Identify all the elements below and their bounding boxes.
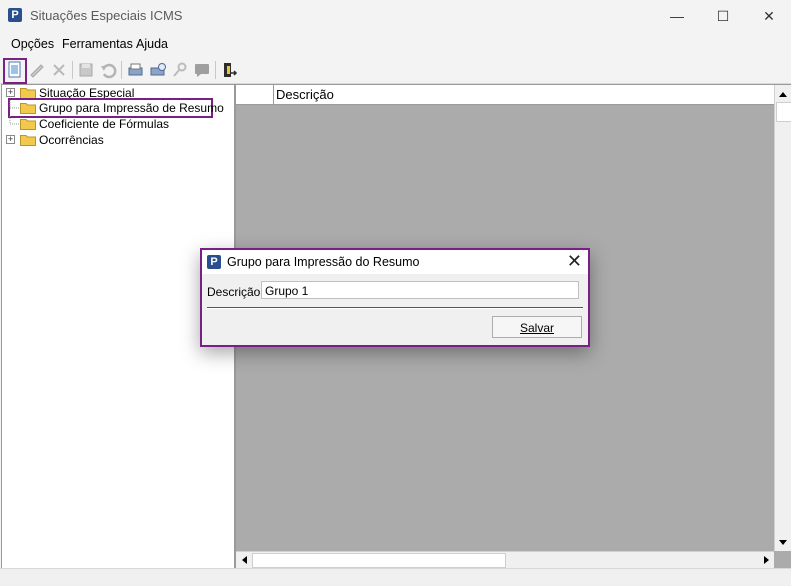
- expand-plus-icon[interactable]: +: [6, 135, 15, 144]
- comment-icon[interactable]: [192, 60, 212, 80]
- dialog-title-bar: P Grupo para Impressão do Resumo ✕: [202, 250, 588, 274]
- menu-opcoes[interactable]: Opções: [11, 37, 54, 51]
- menu-ajuda[interactable]: Ajuda: [136, 37, 168, 51]
- scroll-left-arrow-icon[interactable]: [237, 552, 251, 568]
- save-button-label: Salvar: [519, 321, 554, 335]
- close-button[interactable]: ✕: [746, 0, 791, 32]
- folder-icon: [20, 135, 36, 146]
- delete-x-icon[interactable]: [49, 60, 69, 80]
- scrollbar-thumb[interactable]: [252, 553, 506, 568]
- dialog-title: Grupo para Impressão do Resumo: [227, 255, 420, 269]
- descricao-label: Descrição:: [207, 285, 264, 299]
- scroll-up-arrow-icon[interactable]: [775, 87, 791, 101]
- app-icon: P: [207, 255, 221, 269]
- vertical-scrollbar[interactable]: [774, 85, 791, 551]
- print-icon[interactable]: [125, 60, 145, 80]
- tree-item-grupo-impressao-resumo[interactable]: Grupo para Impressão de Resumo: [5, 100, 230, 116]
- dialog-separator: [207, 307, 583, 309]
- undo-icon[interactable]: [98, 60, 118, 80]
- menu-ferramentas[interactable]: Ferramentas: [62, 37, 133, 51]
- toolbar: [0, 57, 791, 84]
- window-title: Situações Especiais ICMS: [30, 8, 183, 23]
- minimize-button[interactable]: —: [654, 0, 700, 32]
- horizontal-scrollbar[interactable]: [236, 551, 774, 568]
- search-key-icon[interactable]: [170, 60, 190, 80]
- scroll-down-arrow-icon[interactable]: [775, 536, 791, 550]
- expand-plus-icon[interactable]: +: [6, 88, 15, 97]
- new-document-icon[interactable]: [5, 60, 25, 80]
- grid-row-indicator-header: [236, 85, 274, 104]
- scroll-right-arrow-icon[interactable]: [760, 552, 774, 568]
- folder-icon: [20, 103, 36, 114]
- save-disk-icon[interactable]: [76, 60, 96, 80]
- title-bar: P Situações Especiais ICMS — ☐ ✕: [0, 0, 791, 32]
- tree-label: Grupo para Impressão de Resumo: [39, 101, 224, 115]
- tree-label: Coeficiente de Fórmulas: [39, 117, 170, 131]
- scrollbar-thumb[interactable]: [776, 102, 791, 122]
- app-icon: P: [8, 8, 22, 22]
- dialog-grupo-impressao-resumo: P Grupo para Impressão do Resumo ✕ Descr…: [200, 248, 590, 347]
- toolbar-separator: [72, 61, 73, 79]
- print-preview-icon[interactable]: [148, 60, 168, 80]
- save-button[interactable]: Salvar: [492, 316, 582, 338]
- toolbar-separator: [121, 61, 122, 79]
- close-icon[interactable]: ✕: [567, 252, 582, 270]
- maximize-button[interactable]: ☐: [700, 0, 746, 32]
- menu-bar: Opções Ferramentas Ajuda: [0, 33, 791, 55]
- folder-icon: [20, 119, 36, 130]
- tree-label: Ocorrências: [39, 133, 104, 147]
- toolbar-separator: [215, 61, 216, 79]
- grid-header: Descrição: [236, 85, 774, 105]
- descricao-input[interactable]: Grupo 1: [261, 281, 579, 299]
- exit-door-icon[interactable]: [219, 60, 239, 80]
- column-header-descricao[interactable]: Descrição: [276, 87, 334, 102]
- tree-item-ocorrencias[interactable]: + Ocorrências: [5, 132, 230, 148]
- edit-pencil-icon[interactable]: [27, 60, 47, 80]
- status-bar: [0, 568, 791, 586]
- tree-item-coeficiente-formulas[interactable]: Coeficiente de Fórmulas: [5, 116, 230, 132]
